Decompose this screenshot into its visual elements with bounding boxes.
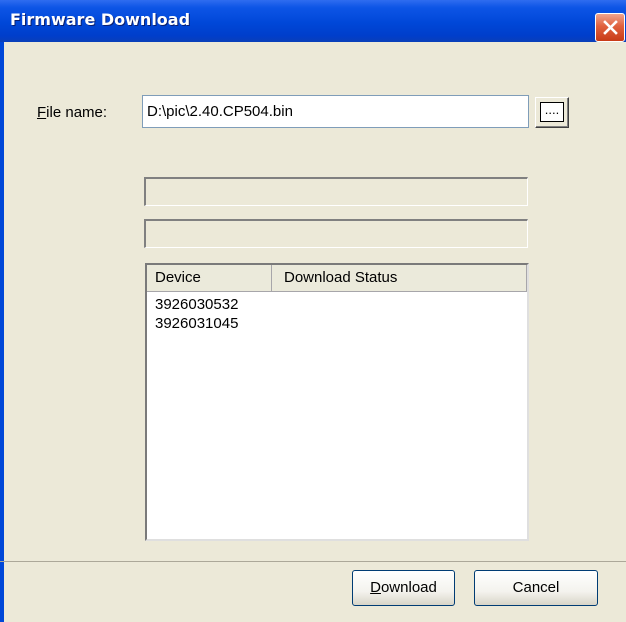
list-header: Device Download Status	[147, 265, 527, 292]
column-header-device[interactable]: Device	[147, 265, 272, 291]
close-icon	[603, 20, 618, 35]
title-bar[interactable]: Firmware Download	[0, 0, 626, 42]
list-item[interactable]: 3926031045	[155, 314, 238, 333]
window-frame-left	[0, 42, 4, 622]
file-name-label: File name:	[37, 104, 108, 121]
browse-button-label: ....	[540, 102, 564, 122]
window-title: Firmware Download	[10, 10, 191, 29]
close-button[interactable]	[595, 13, 625, 42]
device-list[interactable]: Device Download Status 3926030532 392603…	[145, 263, 529, 541]
browse-button[interactable]: ....	[535, 97, 569, 128]
list-item[interactable]: 3926030532	[155, 295, 238, 314]
download-button[interactable]: Download	[352, 570, 455, 606]
column-header-download-status[interactable]: Download Status	[272, 265, 527, 291]
file-name-input[interactable]: D:\pic\2.40.CP504.bin	[142, 95, 529, 128]
cancel-button[interactable]: Cancel	[474, 570, 598, 606]
progress-bar-file	[144, 177, 528, 206]
progress-bar-total	[144, 219, 528, 248]
bottom-separator	[0, 561, 626, 562]
